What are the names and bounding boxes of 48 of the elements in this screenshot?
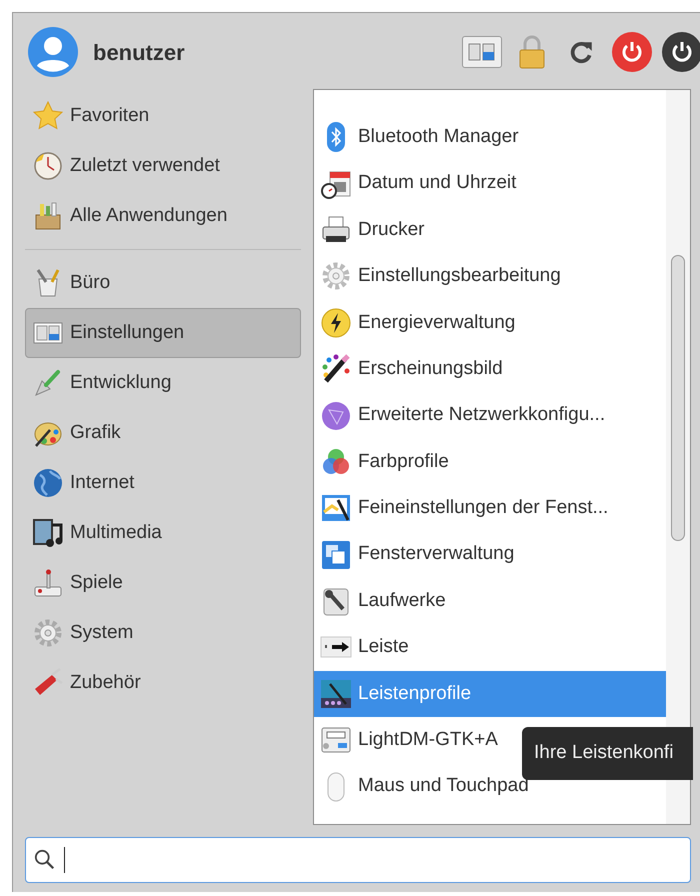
refresh-icon [569, 39, 595, 65]
lightning-icon [320, 306, 352, 339]
joystick-icon [32, 567, 64, 599]
category-item[interactable]: Multimedia [25, 508, 301, 558]
category-item[interactable]: Internet [25, 458, 301, 508]
tooltip: Ihre Leistenkonfi [522, 727, 694, 780]
category-item[interactable]: Grafik [25, 408, 301, 458]
app-item[interactable]: Energieverwaltung [314, 300, 666, 346]
clock-icon [32, 150, 64, 182]
app-item[interactable]: Drucker [314, 206, 666, 254]
power-icon [620, 40, 644, 64]
panel-brush-icon [320, 678, 352, 710]
power-icon [670, 40, 694, 64]
app-item[interactable]: Bluetooth Manager [314, 114, 666, 160]
search-icon [34, 849, 56, 871]
settings-manager-button[interactable] [462, 36, 502, 68]
gear-icon [320, 260, 352, 292]
category-item[interactable]: Favoriten [25, 91, 301, 141]
app-item[interactable]: Farbprofile [314, 438, 666, 486]
shutdown-button[interactable] [662, 32, 700, 72]
category-item[interactable]: Spiele [25, 558, 301, 608]
user-name: benutzer [93, 38, 185, 66]
network-globe-icon [320, 400, 352, 432]
app-item[interactable]: Einstellungsbearbeitung [314, 253, 666, 300]
pencil-palette-icon [320, 353, 352, 386]
category-item[interactable]: Zubehör [25, 658, 301, 708]
star-icon [32, 100, 64, 132]
avatar-icon [27, 26, 79, 78]
category-item[interactable]: Alle Anwendungen [25, 191, 301, 241]
settings-panel-icon [468, 42, 496, 62]
category-item[interactable]: Zuletzt verwendet [25, 141, 301, 191]
category-item[interactable]: Entwicklung [25, 358, 301, 408]
gear-icon [32, 617, 64, 649]
category-item[interactable]: Büro [25, 258, 301, 308]
app-item[interactable]: Leiste [314, 624, 666, 671]
logout-button[interactable] [612, 32, 652, 72]
app-item[interactable]: Laufwerke [314, 578, 666, 624]
app-item[interactable]: Erweiterte Netzwerkkonfigu... [314, 392, 666, 439]
globe-icon [32, 467, 64, 499]
search-field[interactable] [25, 837, 691, 883]
category-item[interactable]: System [25, 608, 301, 658]
film-music-icon [32, 517, 64, 549]
app-item[interactable]: Datum und Uhrzeit [314, 160, 666, 207]
category-item[interactable]: Einstellungen [25, 308, 301, 358]
app-item[interactable]: Feineinstellungen der Fenst... [314, 485, 666, 532]
app-item[interactable]: Fensterverwaltung [314, 532, 666, 578]
windows-icon [320, 538, 352, 571]
app-item[interactable]: Erscheinungsbild [314, 346, 666, 392]
